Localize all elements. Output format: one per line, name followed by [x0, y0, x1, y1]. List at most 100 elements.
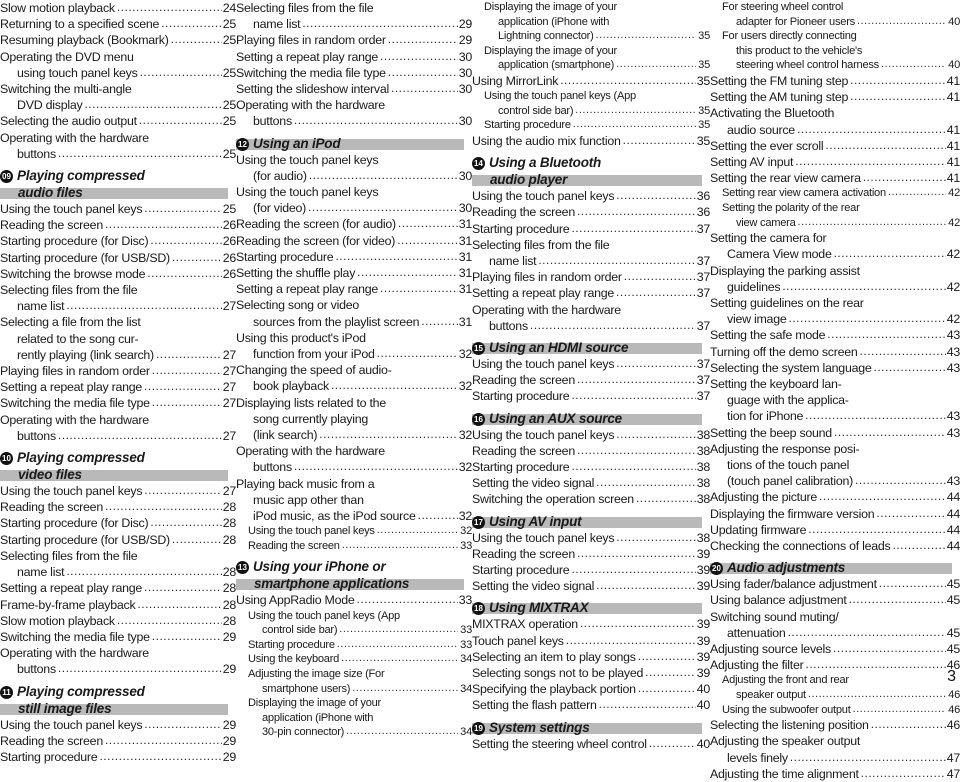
toc-entry[interactable]: Reading the screen......................… — [0, 733, 236, 749]
toc-entry[interactable]: Slow motion playback....................… — [0, 613, 236, 629]
toc-entry[interactable]: Setting the flash pattern...............… — [472, 697, 710, 713]
toc-entry[interactable]: Adjusting the speaker output............… — [710, 733, 960, 765]
toc-entry[interactable]: Setting the slideshow interval..........… — [236, 81, 472, 97]
toc-entry[interactable]: Setting guidelines on the rear..........… — [710, 295, 960, 327]
toc-entry[interactable]: Playing files in random order...........… — [236, 32, 472, 48]
toc-entry[interactable]: Using the touch panel keys..............… — [236, 152, 472, 184]
toc-entry[interactable]: Displaying the firmware version.........… — [710, 506, 960, 522]
toc-entry[interactable]: Setting the video signal................… — [472, 475, 710, 491]
toc-entry[interactable]: Using the touch panel keys (App.........… — [472, 89, 710, 118]
toc-entry[interactable]: Operating with the hardware.............… — [0, 645, 236, 677]
toc-entry[interactable]: Setting the steering wheel control......… — [472, 736, 710, 752]
toc-entry[interactable]: Switching the multi-angle...............… — [0, 81, 236, 113]
toc-entry[interactable]: Selecting files from the file...........… — [472, 237, 710, 269]
toc-entry[interactable]: Switching the operation screen..........… — [472, 491, 710, 507]
toc-entry[interactable]: Adjusting the filter....................… — [710, 657, 960, 673]
toc-entry[interactable]: Using the subwoofer output..............… — [710, 703, 960, 718]
toc-entry[interactable]: Setting a repeat play range.............… — [0, 379, 236, 395]
toc-entry[interactable]: Selecting a file from the list..........… — [0, 314, 236, 363]
toc-entry[interactable]: Adjusting the picture...................… — [710, 489, 960, 505]
toc-entry[interactable]: Setting the beep sound..................… — [710, 425, 960, 441]
toc-entry[interactable]: Using fader/balance adjustment..........… — [710, 576, 960, 592]
toc-entry[interactable]: Setting rear view camera activation.....… — [710, 186, 960, 201]
toc-entry[interactable]: Switching the media file type...........… — [236, 65, 472, 81]
toc-entry[interactable]: Starting procedure (for Disc)...........… — [0, 233, 236, 249]
toc-entry[interactable]: Setting a repeat play range.............… — [236, 49, 472, 65]
toc-entry[interactable]: Displaying the parking assist...........… — [710, 263, 960, 295]
toc-entry[interactable]: Setting the safe mode...................… — [710, 327, 960, 343]
toc-entry[interactable]: MIXTRAX operation.......................… — [472, 616, 710, 632]
toc-entry[interactable]: Reading the screen......................… — [472, 546, 710, 562]
toc-entry[interactable]: Starting procedure (for USB/SD).........… — [0, 532, 236, 548]
toc-entry[interactable]: Starting procedure......................… — [472, 562, 710, 578]
toc-entry[interactable]: Starting procedure (for USB/SD).........… — [0, 250, 236, 266]
toc-entry[interactable]: Setting a repeat play range.............… — [236, 281, 472, 297]
toc-entry[interactable]: Adjusting the image size (For...........… — [236, 667, 472, 696]
toc-entry[interactable]: Using the touch panel keys..............… — [236, 184, 472, 216]
toc-entry[interactable]: Checking the connections of leads.......… — [710, 538, 960, 554]
toc-entry[interactable]: For users directly connecting...........… — [710, 29, 960, 73]
toc-entry[interactable]: Setting the AM tuning step..............… — [710, 89, 960, 105]
toc-entry[interactable]: Setting the ever scroll.................… — [710, 138, 960, 154]
toc-entry[interactable]: Using this product's iPod...............… — [236, 330, 472, 362]
toc-entry[interactable]: Switching the media file type...........… — [0, 395, 236, 411]
toc-entry[interactable]: Specifying the playback portion.........… — [472, 681, 710, 697]
toc-entry[interactable]: Starting procedure......................… — [472, 221, 710, 237]
toc-entry[interactable]: Displaying lists related to the.........… — [236, 395, 472, 444]
toc-entry[interactable]: Activating the Bluetooth................… — [710, 105, 960, 137]
toc-entry[interactable]: Reading the screen (for audio)..........… — [236, 216, 472, 232]
toc-entry[interactable]: Setting the keyboard lan-...............… — [710, 376, 960, 425]
toc-entry[interactable]: Playing back music from a...............… — [236, 476, 472, 525]
toc-entry[interactable]: Reading the screen......................… — [472, 443, 710, 459]
toc-entry[interactable]: Selecting the listening position........… — [710, 717, 960, 733]
toc-entry[interactable]: Displaying the image of your............… — [472, 44, 710, 73]
toc-entry[interactable]: Adjusting the response posi-............… — [710, 441, 960, 490]
toc-entry[interactable]: Slow motion playback....................… — [0, 0, 236, 16]
toc-entry[interactable]: Selecting an item to play songs.........… — [472, 649, 710, 665]
toc-entry[interactable]: Setting the shuffle play................… — [236, 265, 472, 281]
toc-entry[interactable]: Playing files in random order...........… — [472, 269, 710, 285]
toc-entry[interactable]: Reading the screen......................… — [0, 499, 236, 515]
toc-entry[interactable]: Selecting song or video.................… — [236, 297, 472, 329]
toc-entry[interactable]: Reading the screen......................… — [472, 372, 710, 388]
toc-entry[interactable]: Turning off the demo screen.............… — [710, 344, 960, 360]
toc-entry[interactable]: Using MirrorLink........................… — [472, 73, 710, 89]
toc-entry[interactable]: Selecting files from the file...........… — [236, 0, 472, 32]
toc-entry[interactable]: For steering wheel control..............… — [710, 0, 960, 29]
toc-entry[interactable]: Operating with the hardware.............… — [0, 412, 236, 444]
toc-entry[interactable]: Adjusting source levels.................… — [710, 641, 960, 657]
toc-entry[interactable]: Updating firmware.......................… — [710, 522, 960, 538]
toc-entry[interactable]: Reading the screen......................… — [236, 539, 472, 554]
toc-entry[interactable]: Playing files in random order...........… — [0, 363, 236, 379]
toc-entry[interactable]: Using the touch panel keys..............… — [472, 427, 710, 443]
toc-entry[interactable]: Using balance adjustment................… — [710, 592, 960, 608]
toc-entry[interactable]: Setting a repeat play range.............… — [0, 580, 236, 596]
toc-entry[interactable]: Setting the camera for..................… — [710, 230, 960, 262]
toc-entry[interactable]: Selecting the audio output..............… — [0, 113, 236, 129]
toc-entry[interactable]: Selecting songs not to be played........… — [472, 665, 710, 681]
toc-entry[interactable]: Using the touch panel keys..............… — [0, 483, 236, 499]
toc-entry[interactable]: Operating with the hardware.............… — [236, 97, 472, 129]
toc-entry[interactable]: Setting the polarity of the rear........… — [710, 201, 960, 230]
toc-entry[interactable]: Switching the media file type...........… — [0, 629, 236, 645]
toc-entry[interactable]: Adjusting the front and rear............… — [710, 673, 960, 702]
toc-entry[interactable]: Displaying the image of your............… — [472, 0, 710, 44]
toc-entry[interactable]: Using the keyboard......................… — [236, 652, 472, 667]
toc-entry[interactable]: Using AppRadio Mode.....................… — [236, 592, 472, 608]
toc-entry[interactable]: Changing the speed of audio-............… — [236, 362, 472, 394]
toc-entry[interactable]: Resuming playback (Bookmark)............… — [0, 32, 236, 48]
toc-entry[interactable]: Frame-by-frame playback.................… — [0, 597, 236, 613]
toc-entry[interactable]: Selecting files from the file...........… — [0, 282, 236, 314]
toc-entry[interactable]: Operating the DVD menu..................… — [0, 49, 236, 81]
toc-entry[interactable]: Starting procedure (for Disc)...........… — [0, 515, 236, 531]
toc-entry[interactable]: Operating with the hardware.............… — [236, 443, 472, 475]
toc-entry[interactable]: Reading the screen......................… — [0, 217, 236, 233]
toc-entry[interactable]: Starting procedure......................… — [472, 388, 710, 404]
toc-entry[interactable]: Setting the FM tuning step..............… — [710, 73, 960, 89]
toc-entry[interactable]: Using the touch panel keys..............… — [472, 188, 710, 204]
toc-entry[interactable]: Switching the browse mode...............… — [0, 266, 236, 282]
toc-entry[interactable]: Using the touch panel keys..............… — [0, 717, 236, 733]
toc-entry[interactable]: Adjusting the time alignment............… — [710, 766, 960, 782]
toc-entry[interactable]: Using the touch panel keys..............… — [472, 530, 710, 546]
toc-entry[interactable]: Selecting the system language...........… — [710, 360, 960, 376]
